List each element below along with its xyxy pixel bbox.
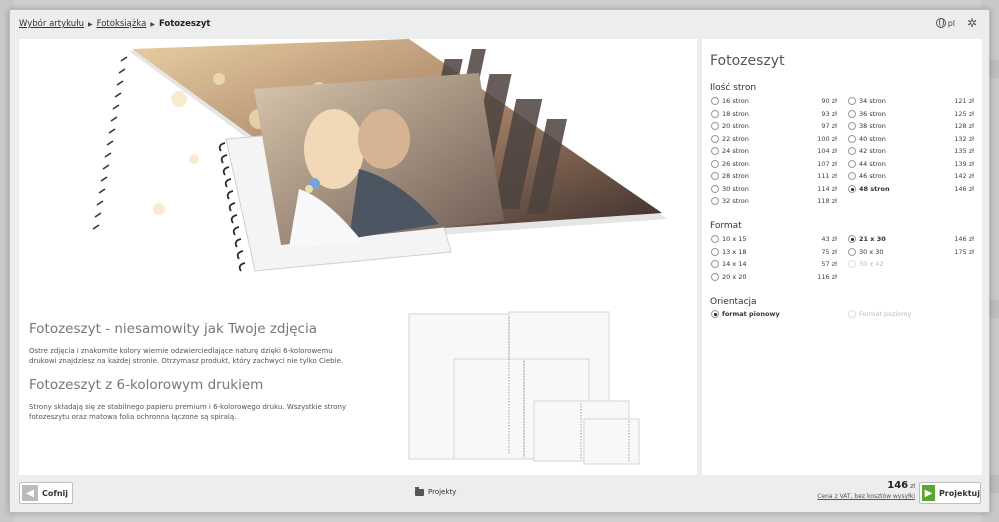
total-price-currency: zł (910, 483, 915, 490)
back-button-label: Cofnij (42, 488, 69, 498)
radio-icon (848, 97, 856, 105)
radio-icon (848, 310, 856, 318)
page-count-option[interactable]: 24 stron 104 zł (711, 147, 837, 155)
product-hero-image (19, 39, 697, 304)
product-configurator-dialog: Wybór artykułu ▶ Fotoksiążka ▶ Fotozeszy… (9, 9, 990, 513)
total-price-value: 146 (887, 480, 909, 491)
page-count-option[interactable]: 30 stron 114 zł (711, 185, 837, 193)
total-price: 146 zł (817, 480, 915, 491)
radio-icon (711, 172, 719, 180)
breadcrumb-current: Fotozeszyt (158, 19, 211, 29)
page-count-option[interactable]: 36 stron 125 zł (848, 110, 974, 118)
format-option-selected[interactable]: 21 x 30 146 zł (848, 235, 974, 243)
photo-notebook-illustration (92, 39, 667, 272)
orientation-section-title: Orientacja (710, 297, 757, 307)
description-text-2: Strony składają się ze stabilnego papier… (29, 403, 347, 421)
arrow-left-icon: ◀ (22, 485, 38, 501)
radio-icon (848, 147, 856, 155)
radio-icon (848, 260, 856, 268)
radio-icon (711, 147, 719, 155)
orientation-option-portrait[interactable]: format pionowy (711, 310, 837, 318)
radio-icon (711, 260, 719, 268)
radio-icon (711, 185, 719, 193)
radio-icon (711, 273, 719, 281)
language-selector[interactable]: pl (935, 18, 955, 28)
description-heading-2: Fotozeszyt z 6-kolorowym drukiem (29, 377, 264, 393)
orientation-option-landscape: Format poziomy (848, 310, 974, 318)
format-option[interactable]: 10 x 15 43 zł (711, 235, 837, 243)
radio-icon (848, 248, 856, 256)
gear-icon[interactable]: ✲ (967, 17, 979, 29)
product-title: Fotozeszyt (710, 53, 785, 69)
design-button-label: Projektuj (938, 488, 980, 498)
page-count-option[interactable]: 42 stron 135 zł (848, 147, 974, 155)
radio-icon (711, 235, 719, 243)
header-actions: pl ✲ (935, 17, 979, 29)
radio-icon (711, 122, 719, 130)
radio-icon (848, 135, 856, 143)
page-count-option[interactable]: 40 stron 132 zł (848, 135, 974, 143)
product-description: Fotozeszyt - niesamowity jak Twoje zdjęc… (29, 321, 349, 433)
format-size-comparison-image (399, 309, 659, 469)
page-count-option[interactable]: 28 stron 111 zł (711, 172, 837, 180)
product-preview-panel: Fotozeszyt - niesamowity jak Twoje zdjęc… (19, 39, 697, 475)
globe-icon (935, 18, 946, 28)
radio-selected-icon (848, 235, 856, 243)
radio-icon (711, 97, 719, 105)
radio-icon (711, 160, 719, 168)
radio-icon (848, 172, 856, 180)
back-button[interactable]: ◀ Cofnij (19, 482, 73, 504)
dialog-header: Wybór artykułu ▶ Fotoksiążka ▶ Fotozeszy… (10, 10, 989, 38)
arrow-right-icon: ▶ (922, 485, 935, 501)
radio-icon (711, 197, 719, 205)
product-options-panel: Fotozeszyt Ilość stron 16 stron 90 zł 18 … (702, 39, 982, 475)
folder-icon (415, 486, 424, 496)
language-code: pl (947, 18, 955, 28)
description-text-1: Ostre zdjęcia i znakomite kolory wiernie… (29, 347, 344, 365)
format-section-title: Format (710, 221, 742, 231)
page-count-option[interactable]: 22 stron 100 zł (711, 135, 837, 143)
page-count-option[interactable]: 38 stron 128 zł (848, 122, 974, 130)
dialog-footer: ◀ Cofnij Projekty 146 zł Cena z VAT, bez … (10, 477, 989, 513)
page-count-option[interactable]: 26 stron 107 zł (711, 160, 837, 168)
page-count-option[interactable]: 44 stron 139 zł (848, 160, 974, 168)
radio-icon (711, 135, 719, 143)
page-count-option[interactable]: 16 stron 90 zł (711, 97, 837, 105)
breadcrumb-link-article-choice[interactable]: Wybór artykułu (19, 19, 84, 29)
format-option[interactable]: 30 x 30 175 zł (848, 248, 974, 256)
breadcrumb-separator-icon: ▶ (88, 20, 93, 28)
radio-selected-icon (711, 310, 719, 318)
format-option-disabled: 30 x 42 (848, 260, 974, 268)
size-comparison-illustration (408, 311, 640, 465)
breadcrumb-link-photobook[interactable]: Fotoksiążka (97, 19, 147, 29)
price-summary: 146 zł Cena z VAT, bez kosztów wysyłki (817, 480, 915, 500)
radio-selected-icon (848, 185, 856, 193)
page-count-option-selected[interactable]: 48 stron 146 zł (848, 185, 974, 193)
description-heading-1: Fotozeszyt - niesamowity jak Twoje zdjęc… (29, 321, 317, 337)
projects-link[interactable]: Projekty (415, 486, 457, 496)
format-option[interactable]: 20 x 20 116 zł (711, 273, 837, 281)
breadcrumb: Wybór artykułu ▶ Fotoksiążka ▶ Fotozeszy… (19, 19, 210, 29)
radio-icon (848, 110, 856, 118)
design-button[interactable]: ▶ Projektuj (919, 482, 981, 504)
radio-icon (711, 248, 719, 256)
radio-icon (848, 122, 856, 130)
breadcrumb-separator-icon: ▶ (150, 20, 155, 28)
radio-icon (711, 110, 719, 118)
format-option[interactable]: 14 x 14 57 zł (711, 260, 837, 268)
format-option[interactable]: 13 x 18 75 zł (711, 248, 837, 256)
page-count-option[interactable]: 34 stron 121 zł (848, 97, 974, 105)
projects-label: Projekty (428, 488, 457, 496)
page-count-option[interactable]: 46 stron 142 zł (848, 172, 974, 180)
page-count-option[interactable]: 20 stron 97 zł (711, 122, 837, 130)
page-count-option[interactable]: 18 stron 93 zł (711, 110, 837, 118)
page-count-option[interactable]: 32 stron 118 zł (711, 197, 837, 205)
radio-icon (848, 160, 856, 168)
pages-section-title: Ilość stron (710, 83, 757, 93)
vat-note-link[interactable]: Cena z VAT, bez kosztów wysyłki (817, 493, 915, 500)
